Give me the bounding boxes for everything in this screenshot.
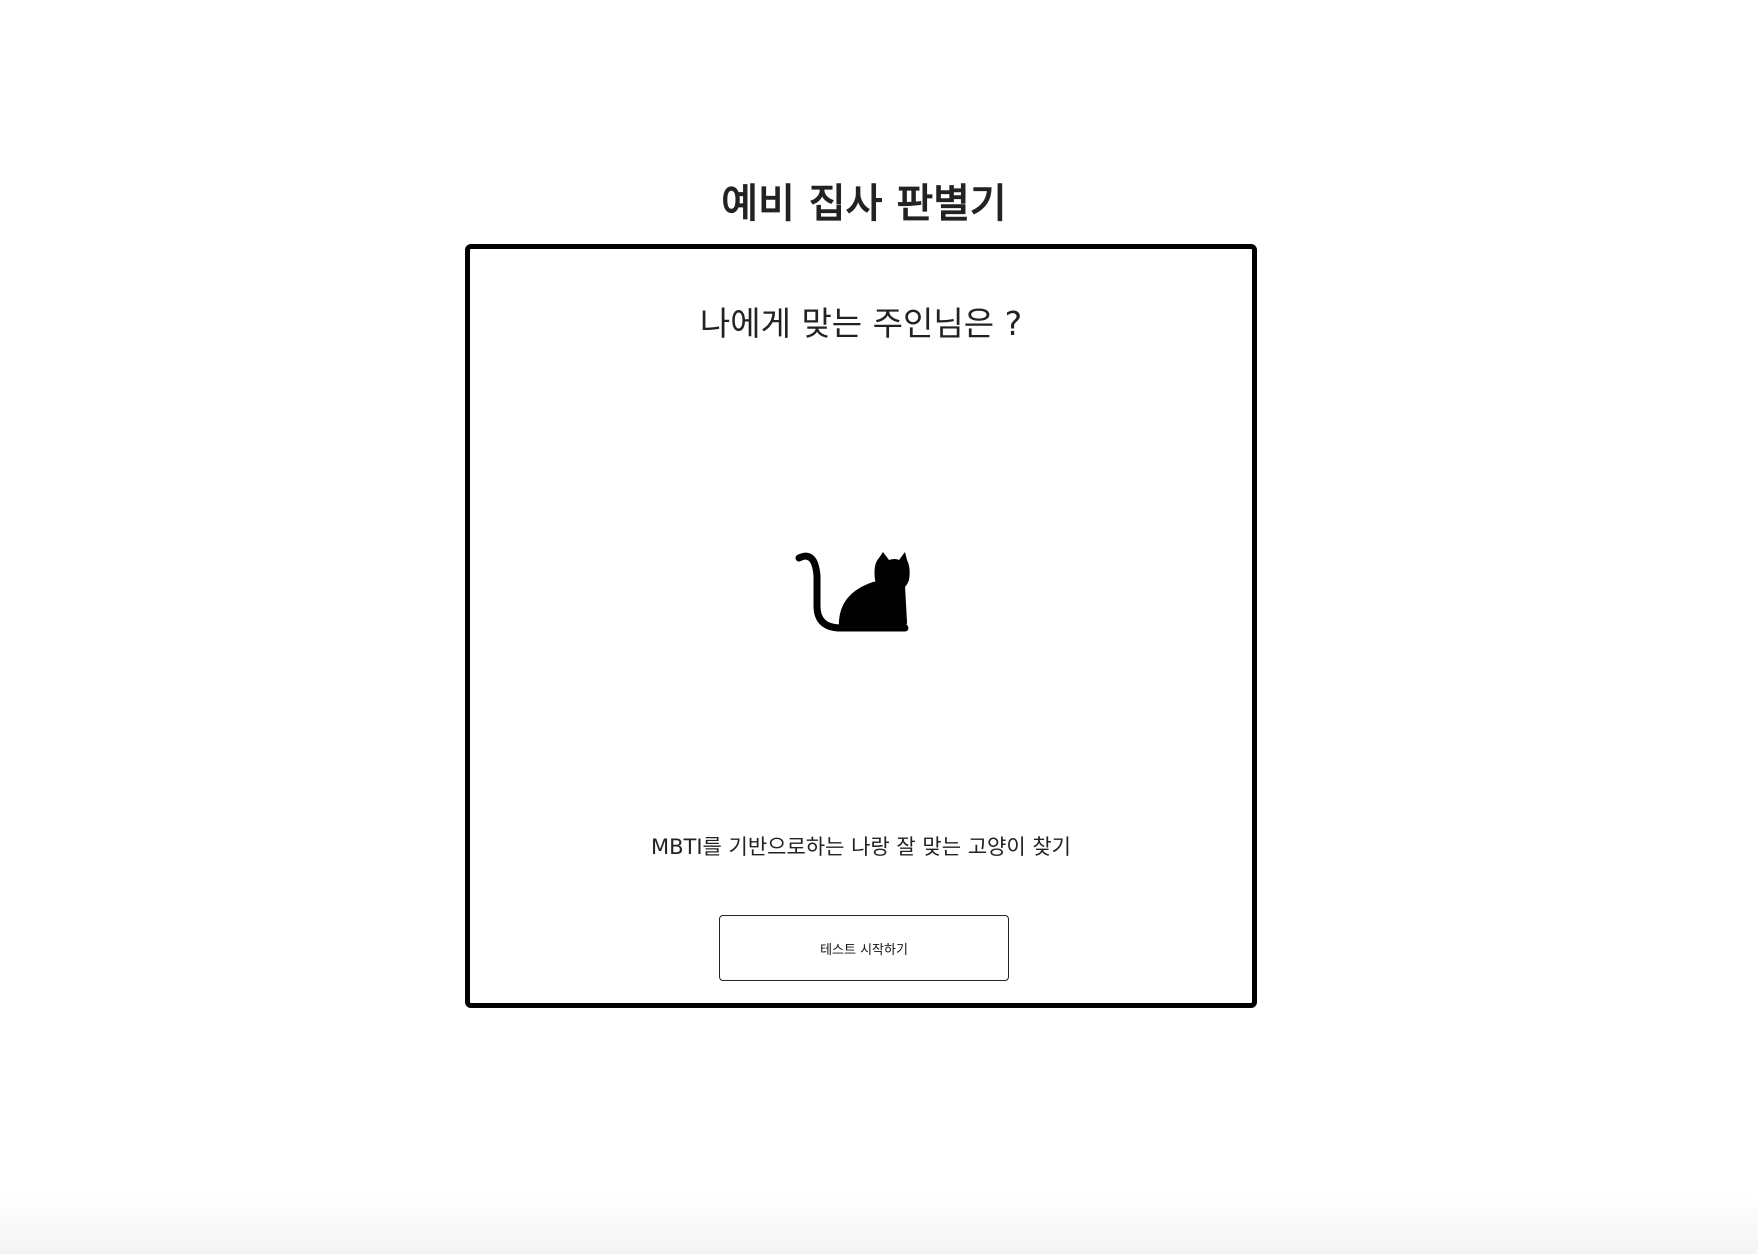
page: 예비 집사 판별기 나에게 맞는 주인님은 ? MBTI를 기반으로하는 나랑 …	[0, 0, 1758, 1254]
intro-card: 나에게 맞는 주인님은 ? MBTI를 기반으로하는 나랑 잘 맞는 고양이 찾…	[465, 244, 1257, 1008]
cat-icon	[793, 546, 923, 636]
bottom-shade	[0, 1194, 1758, 1254]
page-title: 예비 집사 판별기	[721, 181, 1007, 227]
card-description: MBTI를 기반으로하는 나랑 잘 맞는 고양이 찾기	[650, 835, 1072, 859]
card-question: 나에게 맞는 주인님은 ?	[699, 304, 1023, 343]
start-test-button[interactable]: 테스트 시작하기	[719, 915, 1009, 981]
